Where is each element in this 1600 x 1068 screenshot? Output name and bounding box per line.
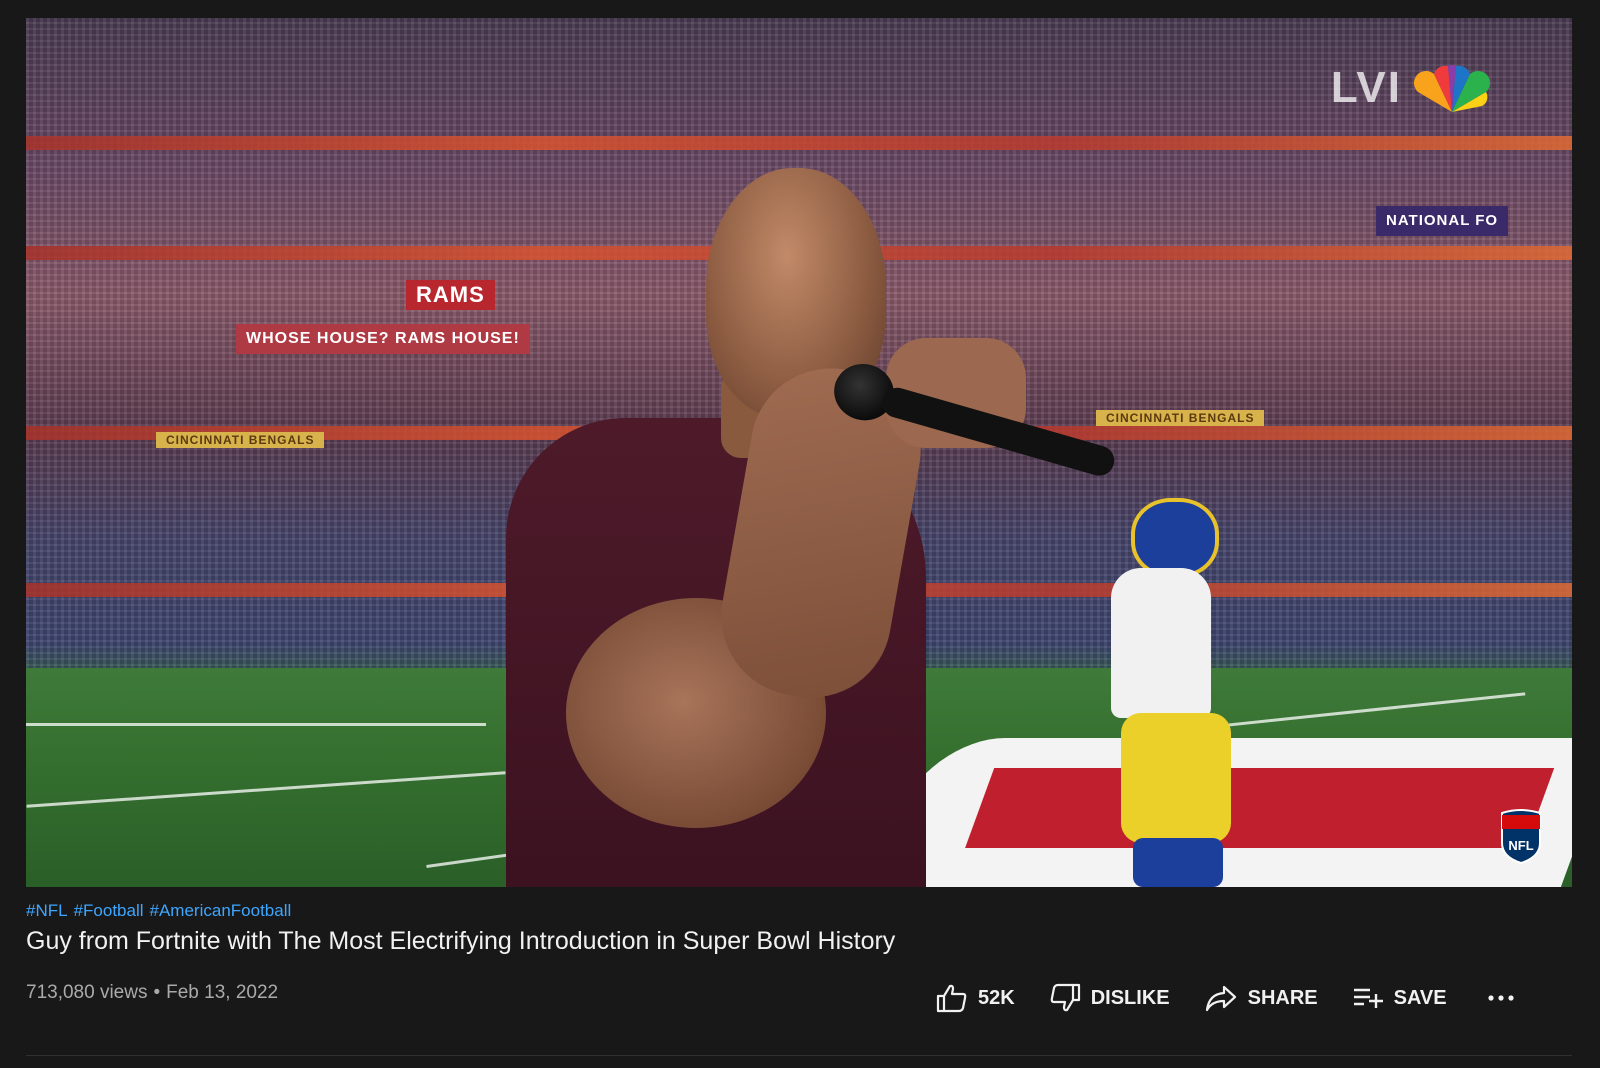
yard-line [26,723,486,726]
save-button[interactable]: SAVE [1352,986,1447,1010]
super-bowl-lvi-text: LVI [1330,63,1402,112]
yard-line [26,771,506,808]
yard-line [1226,692,1526,727]
peacock-logo-icon [1413,64,1491,112]
upload-date: Feb 13, 2022 [166,982,279,1003]
like-button[interactable]: 52K [936,983,1015,1013]
nfl-ribbon-banner: NATIONAL FO [1376,206,1509,236]
bengals-banner-left: CINCINNATI BENGALS [156,432,325,448]
more-actions-button[interactable] [1487,994,1515,1002]
dislike-label: DISLIKE [1090,986,1170,1009]
speaker-figure [506,168,1026,887]
hashtag-link[interactable]: #AmericanFootball [150,901,292,921]
nfl-shield-icon: NFL [1501,809,1541,865]
action-bar: 52K DISLIKE SHARE SAVE [936,980,1515,1016]
broadcast-watermark: LVI [1331,62,1492,114]
hashtag-list: #NFL #Football #AmericanFootball [26,901,291,921]
save-label: SAVE [1393,986,1447,1009]
background-football-player [1111,498,1261,887]
dislike-button[interactable]: DISLIKE [1049,983,1170,1013]
stadium-ribbon-band [26,136,1572,150]
thumbs-up-icon [936,984,967,1013]
like-count: 52K [978,986,1015,1009]
meta-separator: • [153,982,161,1003]
svg-text:NFL: NFL [1508,838,1533,853]
more-horizontal-icon [1488,995,1514,1001]
playlist-add-icon [1353,988,1383,1008]
thumbs-down-icon [1050,983,1080,1012]
hashtag-link[interactable]: #NFL [26,901,68,921]
share-arrow-icon [1205,985,1236,1012]
hashtag-link[interactable]: #Football [74,901,144,921]
video-meta: 713,080 views • Feb 13, 2022 [26,982,278,1004]
bengals-banner-right: CINCINNATI BENGALS [1096,410,1265,426]
share-label: SHARE [1247,986,1318,1009]
view-count: 713,080 views [26,982,148,1003]
video-player[interactable]: RAMS WHOSE HOUSE? RAMS HOUSE! CINCINNATI… [26,18,1572,887]
section-divider [26,1055,1572,1056]
video-title: Guy from Fortnite with The Most Electrif… [26,927,896,955]
rams-house-banner: WHOSE HOUSE? RAMS HOUSE! [236,324,530,354]
share-button[interactable]: SHARE [1204,984,1318,1012]
rams-banner: RAMS [406,280,495,310]
